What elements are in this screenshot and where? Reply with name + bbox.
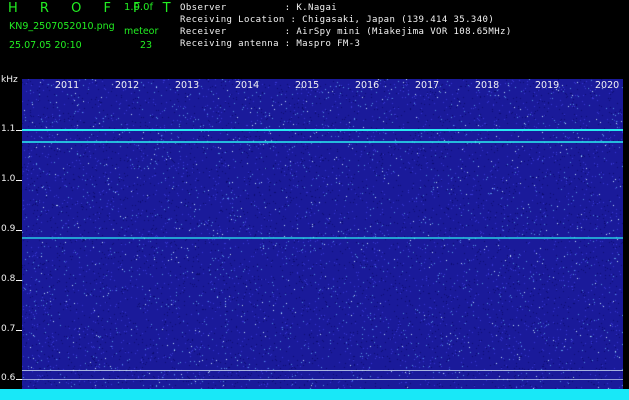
y-tick — [16, 230, 22, 231]
meteor-count: 23 — [140, 40, 153, 51]
spectrogram-noise — [22, 79, 623, 389]
x-axis-label: 2017 — [415, 80, 440, 91]
y-axis-label: 0.7 — [1, 324, 16, 334]
x-axis-label: 2012 — [115, 80, 140, 91]
y-axis-label: 1.1 — [1, 124, 16, 134]
receiver-line: Receiver : AirSpy mini (Miakejima VOR 10… — [180, 27, 512, 37]
observation-datetime: 25.07.05 20:10 — [9, 40, 82, 51]
image-filename: KN9_2507052010.png — [9, 21, 115, 32]
app-version: 1.0.0f — [124, 2, 153, 13]
x-axis-label: 2019 — [535, 80, 560, 91]
observer-line: Observer : K.Nagai — [180, 3, 338, 13]
y-tick — [16, 379, 22, 380]
signal-line — [22, 370, 623, 371]
app-logo: H R O F F T — [8, 1, 180, 16]
y-tick — [16, 330, 22, 331]
meteor-label: meteor — [124, 26, 159, 37]
signal-line — [22, 141, 623, 143]
antenna-line: Receiving antenna : Maspro FM-3 — [180, 39, 361, 49]
x-axis-label: 2018 — [475, 80, 500, 91]
y-axis-label: 0.6 — [1, 373, 16, 383]
y-axis-label: 0.9 — [1, 224, 16, 234]
noise-floor-band — [0, 389, 629, 400]
x-axis-label: 2014 — [235, 80, 260, 91]
y-tick — [16, 180, 22, 181]
y-tick — [16, 280, 22, 281]
signal-line — [22, 379, 623, 380]
x-axis-label: 2011 — [55, 80, 80, 91]
y-tick — [16, 130, 22, 131]
location-line: Receiving Location : Chigasaki, Japan (1… — [180, 15, 495, 25]
x-axis-label: 2020 — [595, 80, 620, 91]
spectrogram-plot — [22, 79, 623, 389]
signal-line — [22, 237, 623, 239]
header-panel: H R O F F T 1.0.0f KN9_2507052010.png me… — [0, 0, 629, 75]
x-axis-label: 2016 — [355, 80, 380, 91]
signal-line — [22, 129, 623, 131]
x-axis-label: 2015 — [295, 80, 320, 91]
y-axis-label: 0.8 — [1, 274, 16, 284]
y-axis-unit: kHz — [1, 75, 18, 85]
y-axis-label: 1.0 — [1, 174, 16, 184]
x-axis-label: 2013 — [175, 80, 200, 91]
